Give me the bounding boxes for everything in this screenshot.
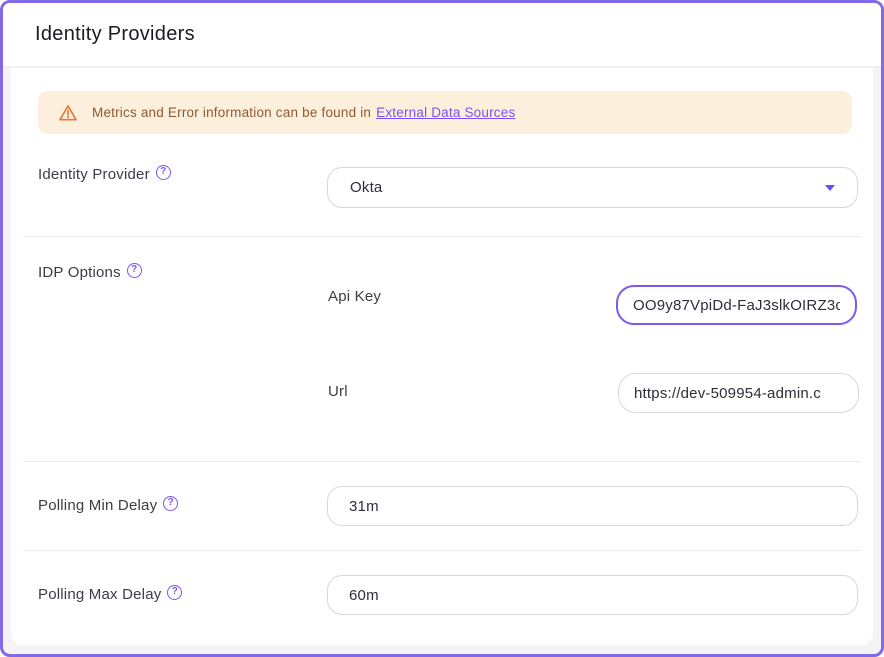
identity-provider-selected-value: Okta (350, 179, 825, 196)
help-icon[interactable]: ? (127, 263, 142, 278)
url-label: Url (328, 381, 348, 403)
panel-header: Identity Providers (3, 3, 881, 67)
help-icon[interactable]: ? (163, 496, 178, 511)
identity-provider-select[interactable]: Okta (327, 167, 858, 208)
help-icon[interactable]: ? (156, 165, 171, 180)
info-banner: Metrics and Error information can be fou… (38, 91, 852, 134)
external-data-sources-link[interactable]: External Data Sources (376, 105, 515, 120)
idp-options-label-text: IDP Options (38, 264, 121, 281)
identity-provider-label-text: Identity Provider (38, 166, 150, 183)
polling-min-delay-label: Polling Min Delay? (38, 495, 178, 517)
api-key-label: Api Key (328, 286, 381, 308)
chevron-down-icon (825, 185, 835, 191)
divider (23, 236, 861, 237)
polling-max-delay-input[interactable] (327, 575, 858, 615)
page-title: Identity Providers (35, 3, 195, 65)
divider (23, 550, 861, 551)
identity-provider-label: Identity Provider? (38, 164, 171, 186)
idp-options-label: IDP Options? (38, 262, 142, 284)
polling-min-delay-label-text: Polling Min Delay (38, 497, 157, 514)
api-key-input[interactable] (616, 285, 857, 325)
help-icon[interactable]: ? (167, 585, 182, 600)
polling-min-delay-input[interactable] (327, 486, 858, 526)
url-input[interactable] (618, 373, 859, 413)
divider (23, 461, 861, 462)
banner-message: Metrics and Error information can be fou… (92, 105, 371, 120)
polling-max-delay-label-text: Polling Max Delay (38, 586, 161, 603)
warning-triangle-icon (58, 103, 78, 123)
polling-max-delay-label: Polling Max Delay? (38, 584, 182, 606)
form-card: Metrics and Error information can be fou… (11, 68, 873, 645)
identity-providers-panel: Identity Providers Metrics and Error inf… (0, 0, 884, 657)
